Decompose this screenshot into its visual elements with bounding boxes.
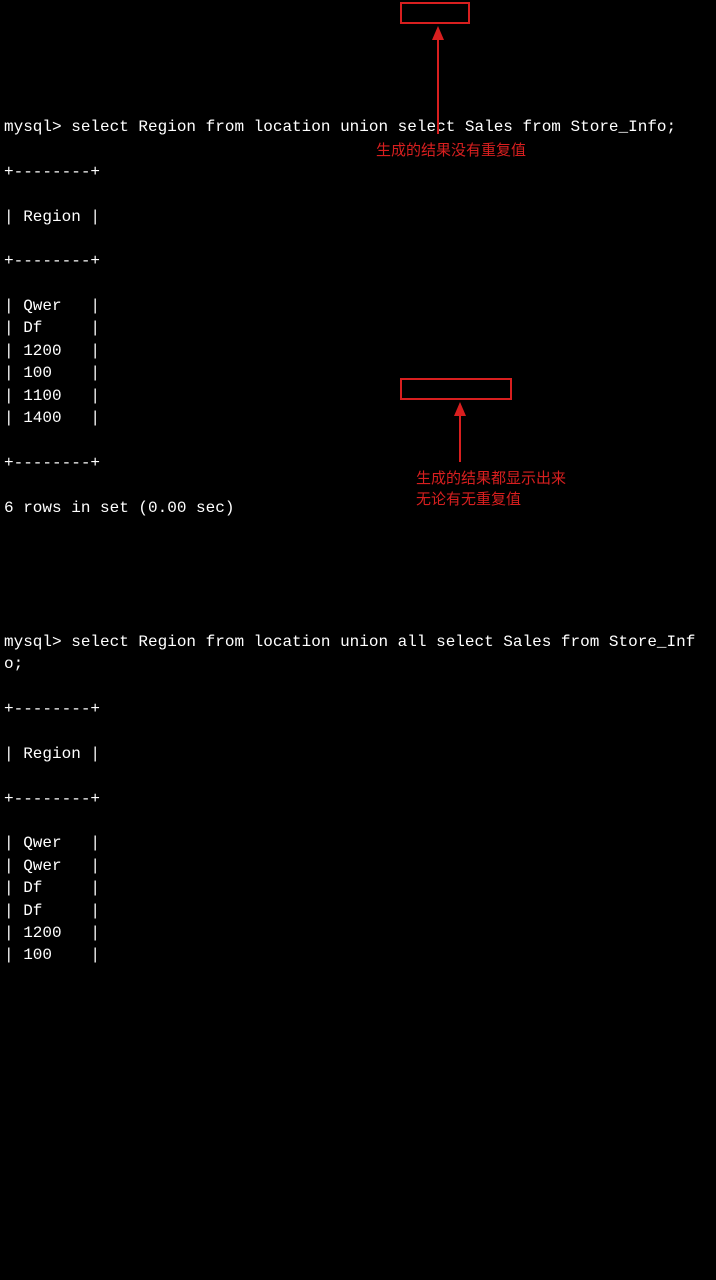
- table2-row: | Qwer |: [4, 855, 712, 877]
- query2-line1: mysql> select Region from location union…: [4, 631, 712, 676]
- table1-mid-border: +--------+: [4, 250, 712, 272]
- table2-mid-border: +--------+: [4, 788, 712, 810]
- table2-top-border: +--------+: [4, 698, 712, 720]
- annotation-1: 生成的结果没有重复值: [376, 140, 526, 161]
- table2-row: | 100 |: [4, 944, 712, 966]
- table2-header-text: Region: [23, 745, 90, 763]
- table1-row: | 1200 |: [4, 340, 712, 362]
- table1-top-border: +--------+: [4, 161, 712, 183]
- table1-header-text: Region: [23, 208, 90, 226]
- table1-header: | Region |: [4, 206, 712, 228]
- annotation-2-line1: 生成的结果都显示出来: [416, 468, 566, 489]
- highlight-union: [400, 2, 470, 24]
- query1-prefix: mysql> select Region from location: [4, 118, 340, 136]
- table2-row: | Qwer |: [4, 832, 712, 854]
- query2-keyword: union all: [340, 633, 426, 651]
- query1-suffix: select Sales from Store_Info;: [388, 118, 676, 136]
- query1-line1: mysql> select Region from location union…: [4, 116, 712, 138]
- table1-bottom-border: +--------+: [4, 452, 712, 474]
- table2-row: | Df |: [4, 900, 712, 922]
- table1-row: | Qwer |: [4, 295, 712, 317]
- query2-prefix: mysql> select Region from location: [4, 633, 340, 651]
- query1-keyword: union: [340, 118, 388, 136]
- table2-row: | 1200 |: [4, 922, 712, 944]
- table2-row: | Df |: [4, 877, 712, 899]
- query1-summary: 6 rows in set (0.00 sec): [4, 497, 712, 519]
- table1-row: | 1400 |: [4, 407, 712, 429]
- table1-row: | Df |: [4, 317, 712, 339]
- annotation-2: 生成的结果都显示出来 无论有无重复值: [416, 468, 566, 510]
- blank-line: [4, 541, 712, 563]
- table2-header: | Region |: [4, 743, 712, 765]
- table1-row: | 100 |: [4, 362, 712, 384]
- table1-row: | 1100 |: [4, 385, 712, 407]
- annotation-2-line2: 无论有无重复值: [416, 489, 566, 510]
